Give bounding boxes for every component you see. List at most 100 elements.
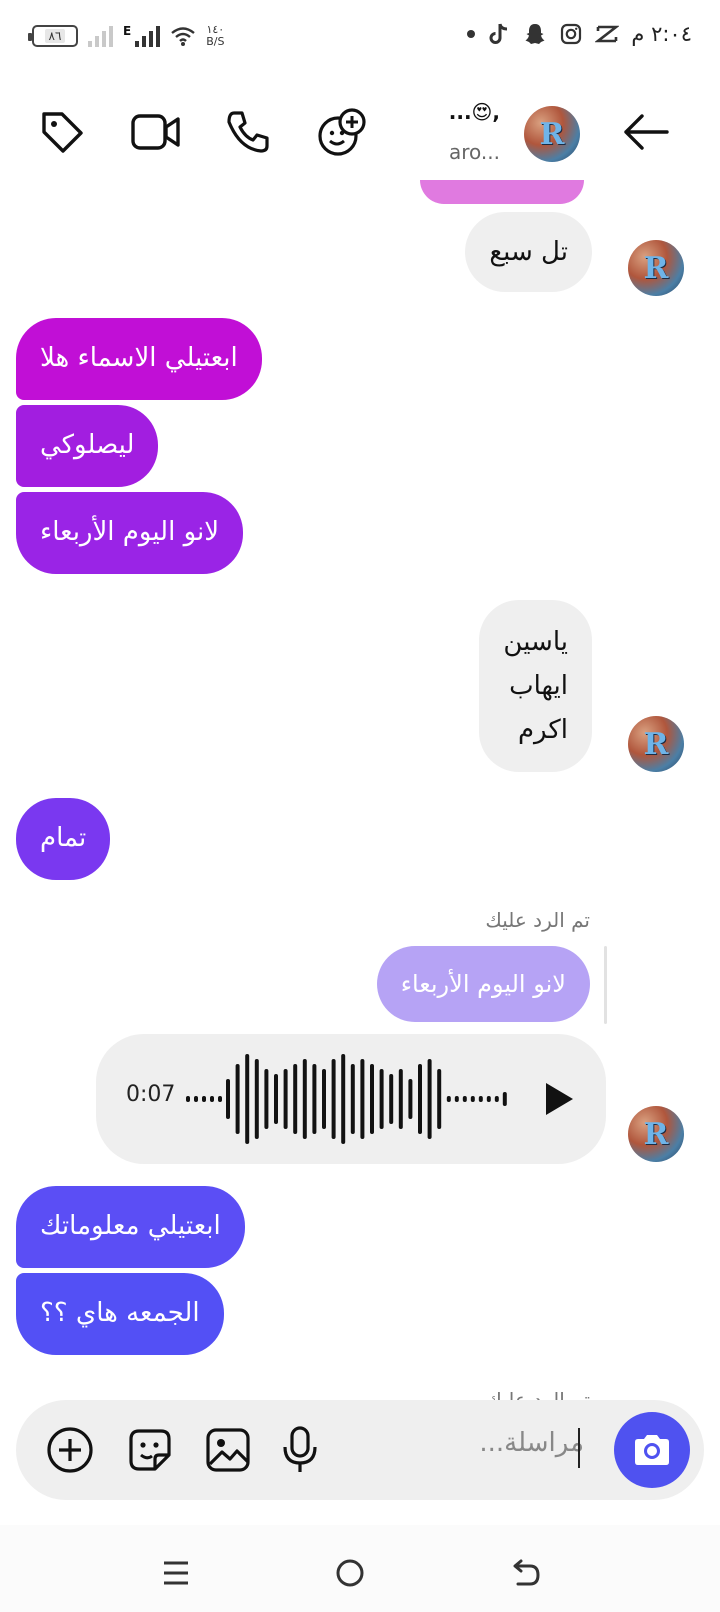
- battery-icon: ٨٦: [28, 25, 78, 47]
- reply-label-partial: تم الرد عليك: [485, 1388, 590, 1400]
- voice-message[interactable]: 0:07: [96, 1034, 606, 1164]
- back-button[interactable]: [618, 104, 674, 160]
- waveform-bar: [218, 1096, 222, 1102]
- voice-duration: 0:07: [126, 1082, 176, 1107]
- network-speed: ١٤٠ B/S: [206, 23, 225, 48]
- waveform-bar: [437, 1069, 442, 1129]
- chat-subtitle[interactable]: aro...: [420, 140, 500, 164]
- reply-bar: [604, 946, 607, 1024]
- chat-name[interactable]: ...😍,: [420, 100, 500, 124]
- received-message[interactable]: تل سبع: [465, 212, 592, 292]
- message-composer: مراسلة...: [16, 1400, 704, 1500]
- camera-icon: [635, 1435, 669, 1465]
- signal-sim2-icon: [88, 25, 113, 47]
- smiley-add-icon: [318, 108, 366, 156]
- waveform-bar: [254, 1059, 259, 1139]
- waveform-bar: [210, 1096, 214, 1102]
- waveform-bar: [360, 1059, 365, 1139]
- home-circle-icon: [336, 1559, 364, 1587]
- tiktok-icon: [487, 22, 511, 46]
- name-line: اكرم: [517, 715, 568, 745]
- sent-message[interactable]: ابعتيلي معلوماتك: [16, 1186, 245, 1268]
- home-button[interactable]: [330, 1553, 370, 1593]
- waveform-bar: [312, 1064, 317, 1134]
- waveform-bar: [389, 1074, 394, 1124]
- waveform-bar: [293, 1064, 298, 1134]
- waveform-bar: [486, 1096, 491, 1102]
- voice-record-button[interactable]: [272, 1422, 328, 1478]
- previous-sent-bubble[interactable]: [420, 180, 584, 204]
- instagram-icon: [559, 22, 583, 46]
- gallery-button[interactable]: [200, 1422, 256, 1478]
- video-call-button[interactable]: [128, 104, 184, 160]
- capcut-icon: [595, 22, 620, 46]
- waveform-bar: [446, 1096, 451, 1102]
- waveform-bar: [283, 1069, 288, 1129]
- wifi-icon: [171, 27, 195, 46]
- image-icon: [206, 1428, 250, 1472]
- message-input[interactable]: مراسلة...: [479, 1428, 584, 1458]
- waveform-bar: [454, 1096, 459, 1102]
- waveform: [186, 1054, 507, 1144]
- name-line: ايهاب: [509, 671, 568, 701]
- waveform-bar: [186, 1096, 190, 1102]
- camera-button[interactable]: [614, 1412, 690, 1488]
- waveform-bar: [331, 1059, 336, 1139]
- sticker-icon: [129, 1429, 171, 1471]
- waveform-bar: [341, 1054, 346, 1144]
- sender-avatar[interactable]: R: [628, 1106, 684, 1162]
- waveform-bar: [427, 1059, 432, 1139]
- plus-circle-icon: [47, 1427, 93, 1473]
- waveform-bar: [379, 1069, 384, 1129]
- back-curve-icon: [513, 1559, 540, 1586]
- waveform-bar: [322, 1069, 326, 1129]
- add-button[interactable]: [42, 1422, 98, 1478]
- sticker-button[interactable]: [122, 1422, 178, 1478]
- waveform-bar: [226, 1079, 230, 1119]
- waveform-bar: [202, 1096, 206, 1102]
- waveform-bar: [302, 1059, 307, 1139]
- battery-level: ٨٦: [44, 29, 66, 43]
- waveform-bar: [235, 1064, 240, 1134]
- back-nav-button[interactable]: [506, 1553, 546, 1593]
- sent-message[interactable]: لانو اليوم الأربعاء: [16, 492, 244, 574]
- sent-message[interactable]: ابعتيلي الاسماء هلا: [16, 318, 262, 400]
- waveform-bar: [194, 1096, 198, 1102]
- status-bar: ٨٦ E ١٤٠ B/S ٢:٠٤ م: [0, 0, 720, 80]
- recent-apps-button[interactable]: [156, 1553, 196, 1593]
- add-effect-button[interactable]: [314, 104, 370, 160]
- waveform-bar: [418, 1064, 422, 1134]
- text-caret: [578, 1428, 580, 1468]
- notification-dot-icon: [467, 30, 476, 38]
- waveform-bar: [494, 1096, 499, 1102]
- sent-message[interactable]: الجمعه هاي ؟؟: [16, 1273, 224, 1355]
- waveform-bar: [462, 1096, 467, 1102]
- reply-label: تم الرد عليك: [485, 908, 590, 932]
- sender-avatar[interactable]: R: [628, 240, 684, 296]
- waveform-bar: [502, 1092, 507, 1106]
- voice-call-button[interactable]: [220, 104, 276, 160]
- waveform-bar: [478, 1096, 483, 1102]
- chat-avatar[interactable]: R: [524, 106, 580, 162]
- waveform-bar: [274, 1074, 278, 1124]
- menu-lines-icon: [164, 1561, 188, 1585]
- phone-icon: [227, 111, 269, 153]
- clock: ٢:٠٤ م: [631, 22, 692, 46]
- microphone-icon: [283, 1426, 317, 1472]
- waveform-bar: [408, 1079, 413, 1119]
- video-camera-icon: [131, 114, 180, 150]
- play-icon[interactable]: [542, 1080, 576, 1118]
- replied-quote[interactable]: لانو اليوم الأربعاء: [376, 946, 590, 1022]
- sender-avatar[interactable]: R: [628, 716, 684, 772]
- waveform-bar: [470, 1096, 475, 1102]
- sent-message[interactable]: تمام: [16, 798, 111, 880]
- received-message-names[interactable]: ياسين ايهاب اكرم: [479, 600, 592, 772]
- waveform-bar: [350, 1064, 355, 1134]
- waveform-bar: [264, 1069, 269, 1129]
- back-arrow-icon: [624, 114, 669, 150]
- sent-message[interactable]: ليصلوكي: [16, 405, 159, 487]
- waveform-bar: [398, 1069, 403, 1129]
- waveform-bar: [370, 1064, 374, 1134]
- tag-button[interactable]: [34, 104, 90, 160]
- waveform-bar: [245, 1054, 250, 1144]
